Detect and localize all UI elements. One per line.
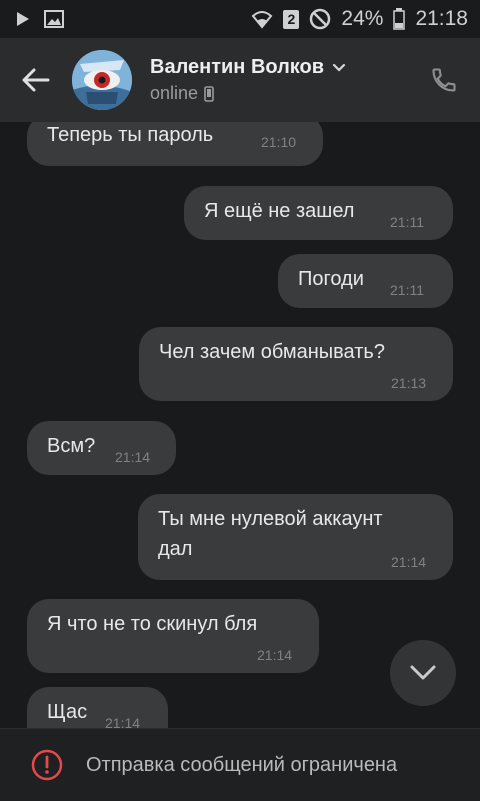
mobile-icon [204,85,214,102]
message-time: 21:14 [257,647,293,663]
do-not-disturb-icon [309,8,331,30]
battery-percent: 24% [341,7,384,30]
contact-status: online [150,83,199,103]
message-bubble-incoming[interactable]: Я что не то скинул бля 21:14 [27,599,319,673]
message-bubble-outgoing[interactable]: Ты мне нулевой аккаунт дал 21:14 [138,494,453,580]
sim-badge: 2 [283,9,300,29]
scroll-to-bottom-button[interactable] [390,640,456,706]
message-bubble-incoming[interactable]: Всм? 21:14 [27,421,176,475]
play-icon [16,11,30,27]
message-list[interactable]: Теперь ты пароль 21:10 Я ещё не зашел 21… [0,122,480,728]
message-time: 21:11 [390,214,424,230]
message-bubble-incoming[interactable]: Теперь ты пароль 21:10 [27,122,323,166]
message-bubble-outgoing[interactable]: Погоди 21:11 [278,254,453,308]
message-time: 21:13 [391,375,427,391]
message-bubble-incoming[interactable]: Щас 21:14 [27,687,168,728]
avatar[interactable] [72,50,132,110]
image-icon [44,10,64,28]
chevron-down-icon [410,665,436,680]
message-time: 21:10 [261,134,297,150]
chevron-down-icon[interactable] [332,63,346,73]
message-text: Чел зачем обманывать? [159,341,385,363]
message-time: 21:14 [115,449,151,465]
message-time: 21:14 [105,715,141,728]
message-bubble-outgoing[interactable]: Я ещё не зашел 21:11 [184,186,453,240]
message-text-line-2: дал [158,538,193,560]
message-time: 21:14 [391,554,427,570]
message-time: 21:11 [390,282,424,298]
wifi-icon [251,8,273,30]
back-button[interactable] [0,38,72,122]
chat-header: Валентин Волков online [0,38,480,122]
message-text: Я что не то скинул бля [47,613,258,635]
message-text: Всм? [47,435,96,457]
message-text: Я ещё не зашел [204,200,355,222]
message-text-line-1: Ты мне нулевой аккаунт [158,508,383,530]
message-text: Щас [47,701,88,723]
contact-name[interactable]: Валентин Волков [150,56,324,79]
arrow-left-icon [22,68,50,92]
phone-icon [432,68,456,92]
message-text: Теперь ты пароль [47,124,214,146]
message-bubble-outgoing[interactable]: Чел зачем обманывать? 21:13 [139,327,453,401]
messaging-restricted-bar: Отправка сообщений ограничена [0,728,480,801]
warning-icon [30,748,64,782]
call-button[interactable] [428,64,460,96]
message-text: Погоди [298,268,364,290]
status-bar: 2 24% 21:18 [0,0,480,38]
restriction-notice: Отправка сообщений ограничена [86,753,398,776]
battery-icon [393,8,406,30]
clock: 21:18 [415,7,468,30]
